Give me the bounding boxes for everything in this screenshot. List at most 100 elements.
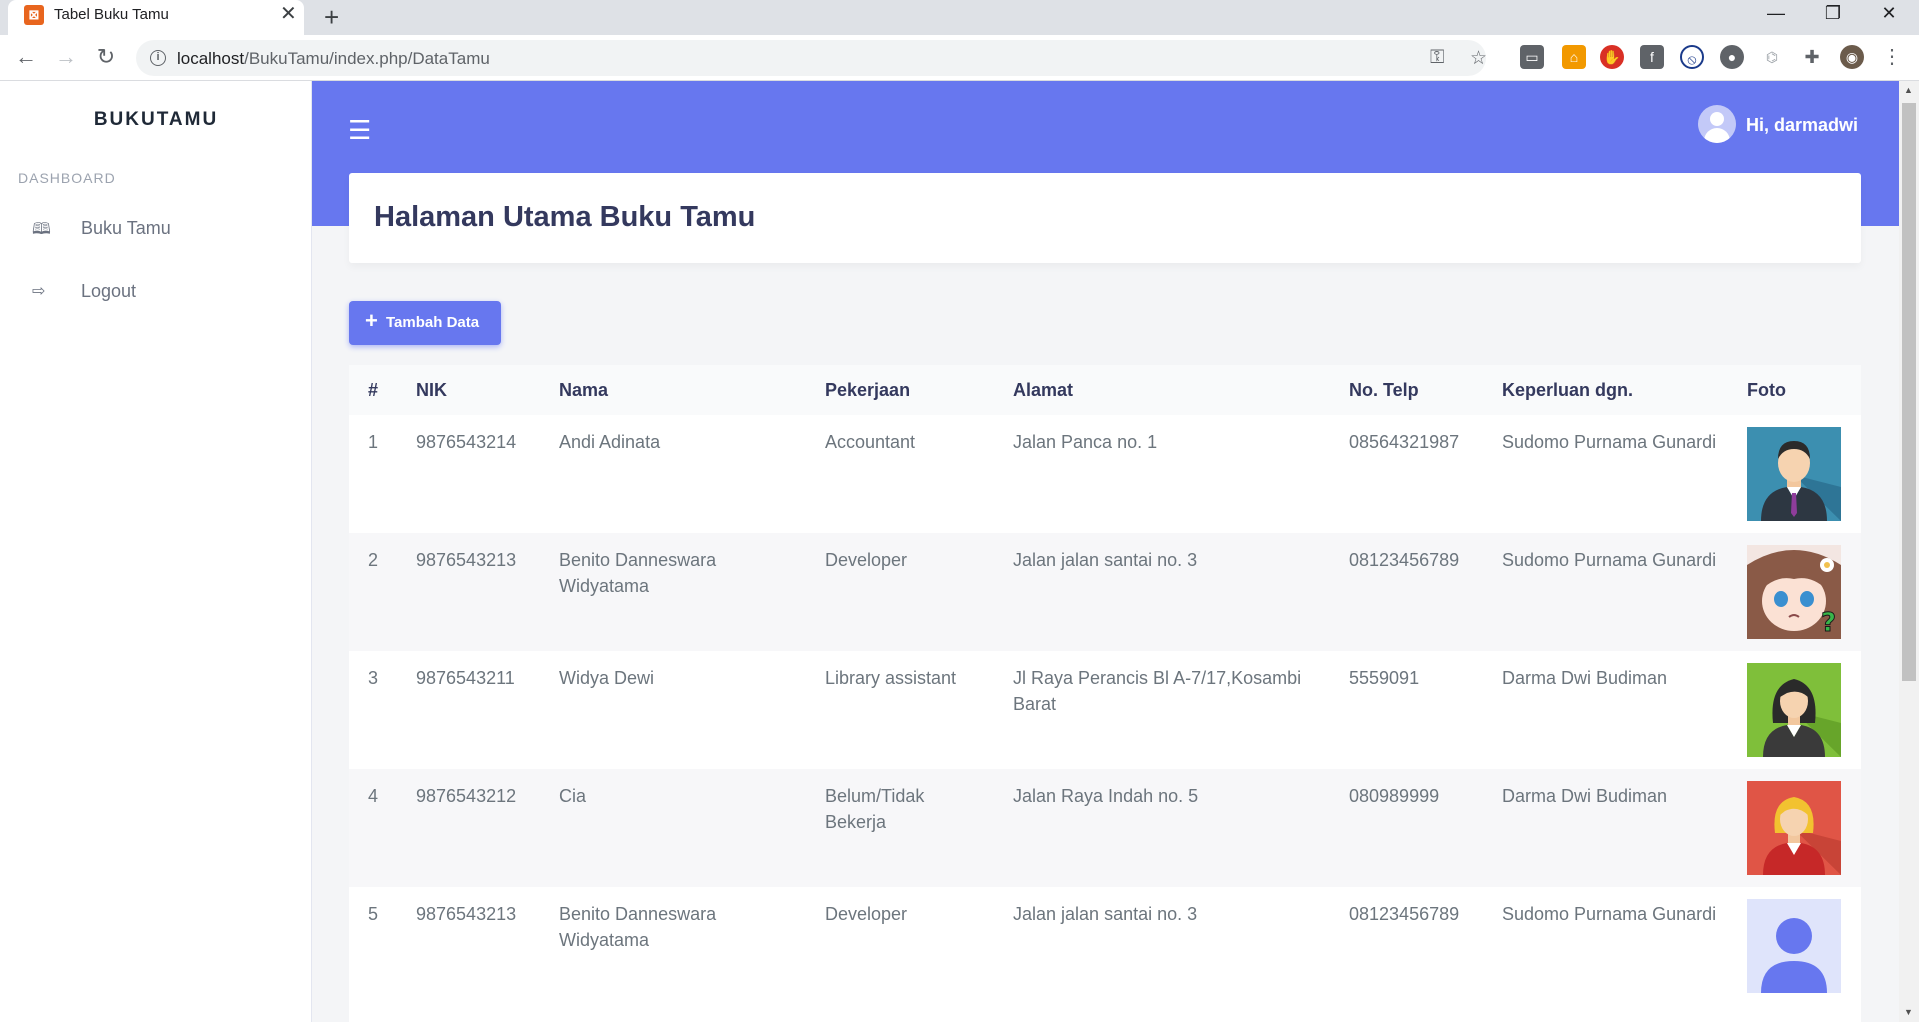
- cell-telp: 08123456789: [1330, 533, 1483, 651]
- browser-toolbar: ← → ↻ i localhost/BukuTamu/index.php/Dat…: [0, 35, 1919, 81]
- cell-keperluan: Sudomo Purnama Gunardi: [1502, 432, 1717, 452]
- new-tab-icon[interactable]: +: [324, 2, 339, 33]
- guest-table: # NIK Nama Pekerjaan Alamat No. Telp Kep…: [349, 365, 1861, 1005]
- cell-keperluan: Darma Dwi Budiman: [1483, 769, 1728, 887]
- back-icon[interactable]: ←: [12, 44, 40, 70]
- cell-foto: ?: [1728, 533, 1861, 651]
- extension-chat-icon[interactable]: ▭: [1520, 45, 1544, 69]
- browser-tab-bar: ⊠ Tabel Buku Tamu ✕ + — ❐ ✕: [0, 0, 1919, 35]
- add-data-button[interactable]: + Tambah Data: [349, 301, 501, 345]
- cell-foto: [1728, 769, 1861, 887]
- key-icon[interactable]: ⚿: [1430, 47, 1444, 69]
- cell-nama: Benito Danneswara Widyatama: [540, 533, 806, 651]
- cell-nik: 9876543211: [416, 668, 515, 688]
- svg-text:?: ?: [1821, 608, 1836, 638]
- cell-pekerjaan: Belum/Tidak Bekerja: [806, 769, 994, 887]
- default-user-avatar: [1747, 899, 1841, 993]
- address-bar[interactable]: i localhost/BukuTamu/index.php/DataTamu …: [136, 40, 1487, 76]
- tab-title: Tabel Buku Tamu: [54, 6, 169, 23]
- column-header: Alamat: [994, 365, 1330, 415]
- maximize-icon[interactable]: ❐: [1803, 0, 1863, 28]
- sidebar-brand[interactable]: BUKUTAMU: [0, 109, 312, 131]
- cell-no: 4: [349, 769, 397, 887]
- sidebar-item-logout[interactable]: ⇨ Logout: [0, 271, 312, 315]
- table-header-row: # NIK Nama Pekerjaan Alamat No. Telp Kep…: [349, 365, 1861, 415]
- cell-keperluan: Darma Dwi Budiman: [1502, 668, 1668, 688]
- section-header: Halaman Utama Buku Tamu: [349, 173, 1861, 263]
- forward-icon[interactable]: →: [52, 44, 80, 70]
- column-header: Nama: [540, 365, 806, 415]
- table-row: 1 9876543214 Andi Adinata Accountant Jal…: [349, 415, 1861, 533]
- cell-alamat: Jalan jalan santai no. 3: [994, 533, 1330, 651]
- cell-nama: Benito Danneswara Widyatama: [559, 904, 717, 950]
- column-header: Pekerjaan: [806, 365, 994, 415]
- tab-close-icon[interactable]: ✕: [280, 4, 297, 24]
- cell-nama: Andi Adinata: [559, 432, 661, 452]
- cell-telp: 08564321987: [1349, 432, 1460, 452]
- window-close-icon[interactable]: ✕: [1859, 0, 1919, 28]
- cell-foto: [1728, 415, 1861, 533]
- table-row: 3 9876543211 Widya Dewi Library assistan…: [349, 651, 1861, 769]
- sidebar: BUKUTAMU DASHBOARD 🕮 Buku Tamu ⇨ Logout: [0, 81, 312, 1022]
- cell-alamat: Jalan jalan santai no. 3: [1013, 904, 1198, 924]
- reload-icon[interactable]: ↻: [92, 44, 120, 70]
- extensions-puzzle-icon[interactable]: ✚: [1800, 45, 1824, 69]
- woman-green-avatar: [1747, 663, 1841, 757]
- extension-off-icon[interactable]: ⌂: [1562, 45, 1586, 69]
- cell-nama: Widya Dewi: [559, 668, 655, 688]
- cell-pekerjaan: Accountant: [825, 432, 916, 452]
- cell-alamat: Jalan Panca no. 1: [1013, 432, 1158, 452]
- column-header: Foto: [1728, 365, 1861, 415]
- cell-alamat: Jl Raya Perancis Bl A-7/17,Kosambi Barat: [1013, 668, 1302, 714]
- url-text[interactable]: localhost/BukuTamu/index.php/DataTamu: [177, 49, 490, 69]
- sidebar-heading: DASHBOARD: [18, 170, 116, 186]
- extension-circle-icon[interactable]: ●: [1720, 45, 1744, 69]
- cell-nik: 9876543213: [416, 904, 517, 924]
- guest-table-card: # NIK Nama Pekerjaan Alamat No. Telp Kep…: [349, 365, 1861, 1022]
- table-row: 4 9876543212 Cia Belum/Tidak Bekerja Jal…: [349, 769, 1861, 887]
- column-header: NIK: [397, 365, 540, 415]
- extension-block-icon[interactable]: ⦸: [1680, 45, 1704, 69]
- man-suit-avatar: [1747, 427, 1841, 521]
- sign-out-icon: ⇨: [32, 283, 46, 300]
- browser-tab[interactable]: ⊠ Tabel Buku Tamu ✕: [8, 0, 304, 35]
- profile-avatar-icon[interactable]: ◉: [1840, 45, 1864, 69]
- column-header: No. Telp: [1330, 365, 1483, 415]
- browser-menu-icon[interactable]: ⋮: [1880, 45, 1904, 69]
- user-greeting[interactable]: Hi, darmadwi: [1746, 115, 1858, 136]
- page-scrollbar[interactable]: ▲ ▼: [1899, 81, 1919, 1022]
- cell-foto: [1728, 887, 1861, 1005]
- extension-mouse-icon[interactable]: ⌬: [1760, 45, 1784, 69]
- cell-foto: [1728, 651, 1861, 769]
- cell-pekerjaan: Developer: [806, 533, 994, 651]
- extension-hand-icon[interactable]: ✋: [1600, 45, 1624, 69]
- scrollbar-down-arrow-icon[interactable]: ▼: [1904, 1007, 1913, 1017]
- xampp-favicon-icon: ⊠: [24, 5, 44, 25]
- cell-nik: 9876543214: [416, 432, 517, 452]
- woman-red-avatar: [1747, 781, 1841, 875]
- scrollbar-thumb[interactable]: [1902, 103, 1916, 681]
- cell-pekerjaan: Library assistant: [825, 668, 957, 688]
- book-icon: 🕮: [32, 221, 51, 238]
- cell-no: 3: [368, 668, 379, 688]
- info-icon[interactable]: i: [150, 50, 166, 66]
- user-avatar[interactable]: [1698, 105, 1736, 143]
- menu-toggle-icon[interactable]: ☰: [348, 115, 371, 146]
- extension-facebook-icon[interactable]: f: [1640, 45, 1664, 69]
- table-row: 5 9876543213 Benito Danneswara Widyatama…: [349, 887, 1861, 1005]
- cell-pekerjaan: Developer: [825, 904, 908, 924]
- column-header: #: [349, 365, 397, 415]
- scrollbar-up-arrow-icon[interactable]: ▲: [1904, 85, 1913, 95]
- cell-nama: Cia: [540, 769, 806, 887]
- page-title: Halaman Utama Buku Tamu: [374, 201, 756, 233]
- cell-telp: 080989999: [1330, 769, 1483, 887]
- star-icon[interactable]: ☆: [1470, 47, 1487, 70]
- cell-alamat: Jalan Raya Indah no. 5: [994, 769, 1330, 887]
- sidebar-item-buku-tamu[interactable]: 🕮 Buku Tamu: [0, 208, 312, 252]
- cell-nik: 9876543212: [397, 769, 540, 887]
- sidebar-item-label: Logout: [81, 281, 137, 301]
- minimize-icon[interactable]: —: [1746, 0, 1806, 28]
- cell-telp: 08123456789: [1349, 904, 1460, 924]
- cell-no: 2: [349, 533, 397, 651]
- anime-girl-avatar: ?: [1747, 545, 1841, 639]
